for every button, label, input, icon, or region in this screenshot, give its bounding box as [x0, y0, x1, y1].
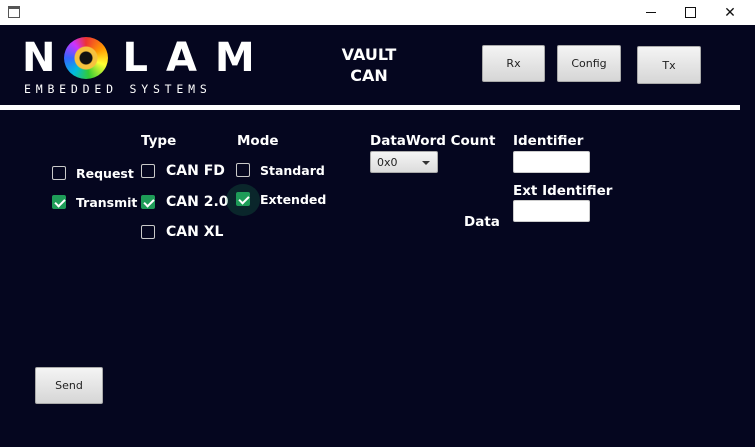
transmit-checkbox[interactable]	[52, 195, 66, 209]
chevron-down-icon	[422, 161, 430, 165]
rx-button[interactable]: Rx	[482, 45, 545, 82]
ext-identifier-input[interactable]	[513, 200, 590, 222]
header-divider	[0, 105, 740, 110]
logo-eye-icon	[64, 37, 108, 79]
type-can20-checkbox[interactable]	[141, 195, 155, 209]
maximize-icon	[684, 7, 696, 18]
mode-heading: Mode	[237, 133, 279, 149]
minimize-icon	[646, 12, 656, 13]
type-heading: Type	[141, 133, 177, 149]
dataword-count-select[interactable]: 0x0	[370, 151, 438, 173]
type-can20-label: CAN 2.0	[166, 194, 229, 210]
type-canxl-label: CAN XL	[166, 224, 224, 240]
identifier-input[interactable]	[513, 151, 590, 173]
mode-extended-checkbox[interactable]	[236, 192, 250, 206]
type-canfd-checkbox[interactable]	[141, 164, 155, 178]
logo-tagline: EMBEDDED SYSTEMS	[24, 82, 212, 96]
tx-button[interactable]: Tx	[637, 46, 701, 84]
close-button[interactable]: ✕	[707, 0, 753, 25]
nolam-logo: N LAM EMBEDDED SYSTEMS	[22, 36, 255, 98]
mode-standard-checkbox[interactable]	[236, 163, 250, 177]
close-icon: ✕	[724, 4, 736, 21]
app-title: VAULT CAN	[330, 44, 408, 86]
transmit-label: Transmit	[76, 195, 138, 210]
mode-extended-label: Extended	[260, 192, 327, 207]
dataword-count-value: 0x0	[377, 156, 398, 169]
app-title-line2: CAN	[350, 66, 388, 85]
dataword-heading: DataWord Count	[370, 133, 496, 149]
send-button[interactable]: Send	[35, 367, 103, 404]
data-heading: Data	[464, 214, 500, 230]
ext-identifier-heading: Ext Identifier	[513, 183, 613, 199]
config-button[interactable]: Config	[557, 45, 621, 82]
request-label: Request	[76, 166, 134, 181]
app-title-line1: VAULT	[341, 45, 397, 64]
type-canfd-label: CAN FD	[166, 163, 225, 179]
logo-wordmark: N LAM	[22, 35, 273, 81]
app-window-icon	[8, 6, 20, 18]
window-titlebar: ✕	[0, 0, 755, 25]
mode-standard-label: Standard	[260, 163, 325, 178]
identifier-heading: Identifier	[513, 133, 584, 149]
request-checkbox[interactable]	[52, 166, 66, 180]
type-canxl-checkbox[interactable]	[141, 225, 155, 239]
